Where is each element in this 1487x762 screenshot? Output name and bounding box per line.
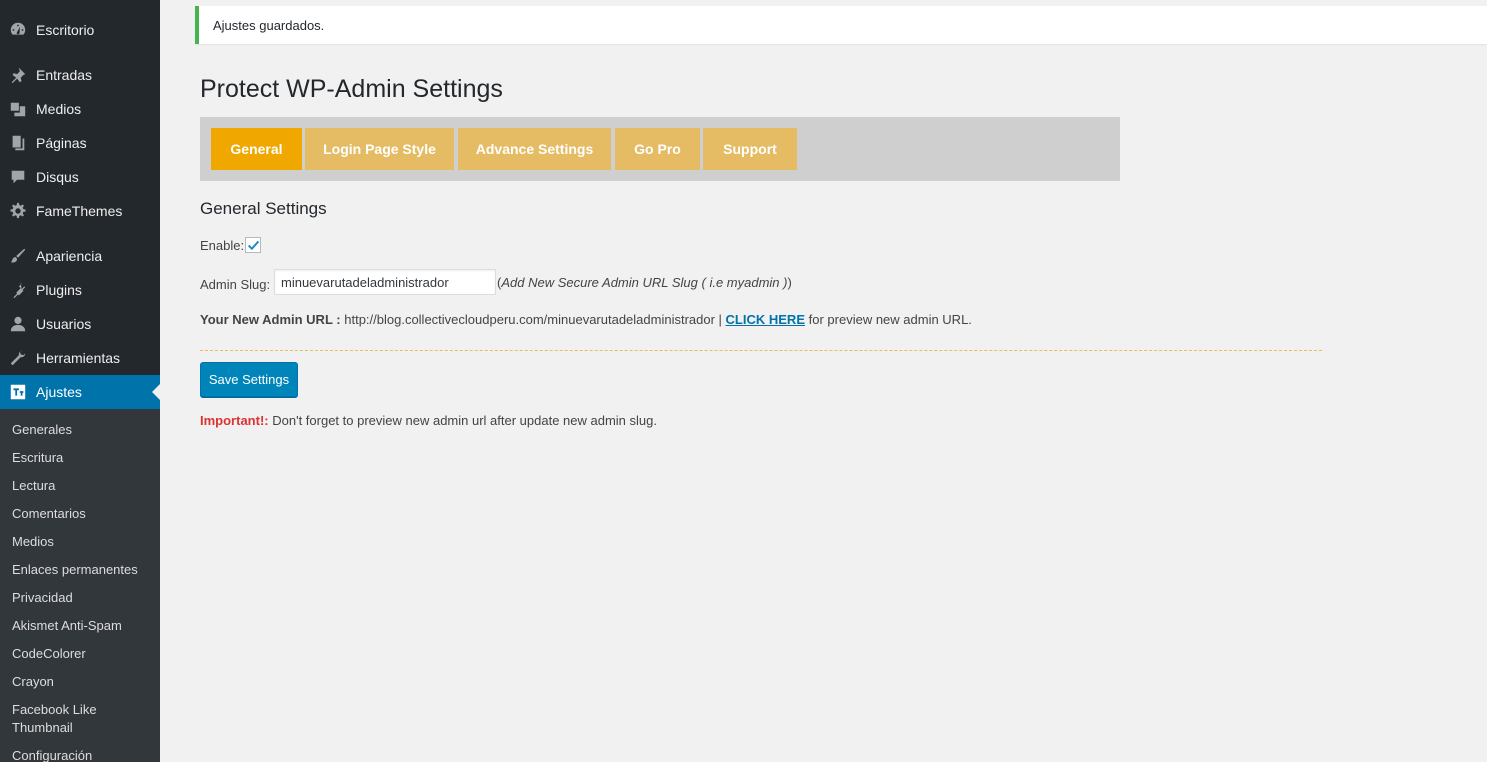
menu-label: FameThemes	[36, 203, 123, 219]
admin-slug-hint: (Add New Secure Admin URL Slug ( i.e mya…	[497, 275, 792, 290]
enable-label: Enable:	[200, 238, 245, 253]
gear-icon	[0, 202, 36, 220]
submenu-item-configuracion[interactable]: Configuración	[12, 747, 152, 762]
new-admin-url-line: Your New Admin URL : http://blog.collect…	[200, 312, 972, 327]
notice-text: Ajustes guardados.	[213, 17, 325, 33]
media-icon	[0, 100, 36, 118]
hint-text: Add New Secure Admin URL Slug ( i.e myad…	[501, 275, 788, 290]
enable-checkbox[interactable]	[245, 237, 261, 253]
admin-slug-label: Admin Slug:	[200, 277, 271, 292]
page-title: Protect WP-Admin Settings	[200, 75, 503, 103]
pushpin-icon	[0, 66, 36, 84]
tab-go-pro[interactable]: Go Pro	[615, 128, 700, 170]
important-label: Important!:	[200, 413, 269, 428]
comment-icon	[0, 168, 36, 186]
user-icon	[0, 315, 36, 333]
click-here-link[interactable]: CLICK HERE	[726, 312, 805, 327]
submenu-item-codecolorer[interactable]: CodeColorer	[12, 645, 152, 663]
submenu-item-comentarios[interactable]: Comentarios	[12, 505, 152, 523]
menu-item-ajustes[interactable]: Ajustes	[0, 375, 160, 409]
menu-label: Medios	[36, 101, 82, 117]
wrench-icon	[0, 349, 36, 367]
admin-sidebar: Escritorio Entradas Medios Páginas Disqu…	[0, 0, 160, 762]
menu-label: Disqus	[36, 169, 79, 185]
menu-label: Plugins	[36, 282, 82, 298]
settings-tab-bar: General Login Page Style Advance Setting…	[200, 117, 1120, 181]
settings-saved-notice: Ajustes guardados.	[195, 6, 1487, 44]
menu-item-usuarios[interactable]: Usuarios	[0, 307, 160, 341]
menu-label: Apariencia	[36, 248, 103, 264]
menu-item-plugins[interactable]: Plugins	[0, 273, 160, 307]
menu-item-medios[interactable]: Medios	[0, 92, 160, 126]
tab-login-page-style[interactable]: Login Page Style	[305, 128, 454, 170]
ajustes-submenu: Generales Escritura Lectura Comentarios …	[0, 409, 160, 762]
menu-item-disqus[interactable]: Disqus	[0, 160, 160, 194]
submenu-item-escritura[interactable]: Escritura	[12, 449, 152, 467]
menu-label: Ajustes	[36, 384, 82, 400]
menu-item-famethemes[interactable]: FameThemes	[0, 194, 160, 228]
important-text: Don't forget to preview new admin url af…	[272, 413, 657, 428]
submenu-item-lectura[interactable]: Lectura	[12, 477, 152, 495]
brush-icon	[0, 247, 36, 265]
dashboard-icon	[0, 21, 36, 39]
plug-icon	[0, 281, 36, 299]
menu-label: Entradas	[36, 67, 93, 83]
menu-item-herramientas[interactable]: Herramientas	[0, 341, 160, 375]
menu-label: Usuarios	[36, 316, 92, 332]
preview-text: for preview new admin URL.	[808, 312, 972, 327]
submenu-item-crayon[interactable]: Crayon	[12, 673, 152, 691]
menu-item-apariencia[interactable]: Apariencia	[0, 239, 160, 273]
tab-advance-settings[interactable]: Advance Settings	[458, 128, 611, 170]
admin-slug-input[interactable]	[274, 269, 496, 295]
menu-label: Páginas	[36, 135, 87, 151]
submenu-item-facebook-like-thumbnail[interactable]: Facebook Like Thumbnail	[12, 701, 112, 737]
menu-item-entradas[interactable]: Entradas	[0, 58, 160, 92]
section-title: General Settings	[200, 199, 327, 218]
dashed-divider	[200, 350, 1322, 351]
admin-url-value: http://blog.collectivecloudperu.com/minu…	[344, 312, 722, 327]
submenu-item-generales[interactable]: Generales	[12, 421, 152, 439]
pages-icon	[0, 134, 36, 152]
checkmark-icon	[247, 240, 259, 250]
menu-label: Herramientas	[36, 350, 121, 366]
important-note: Important!: Don't forget to preview new …	[200, 413, 657, 428]
submenu-item-privacidad[interactable]: Privacidad	[12, 589, 152, 607]
save-settings-button[interactable]: Save Settings	[200, 362, 298, 397]
hint-close-paren: )	[787, 275, 792, 290]
tab-general[interactable]: General	[211, 128, 302, 170]
settings-icon	[0, 383, 36, 401]
menu-item-paginas[interactable]: Páginas	[0, 126, 160, 160]
submenu-item-akismet[interactable]: Akismet Anti-Spam	[12, 617, 152, 635]
submenu-item-enlaces-permanentes[interactable]: Enlaces permanentes	[12, 561, 152, 579]
menu-label: Escritorio	[36, 22, 95, 38]
submenu-item-medios[interactable]: Medios	[12, 533, 152, 551]
tab-support[interactable]: Support	[703, 128, 797, 170]
admin-url-label: Your New Admin URL :	[200, 312, 341, 327]
menu-item-escritorio[interactable]: Escritorio	[0, 13, 160, 47]
